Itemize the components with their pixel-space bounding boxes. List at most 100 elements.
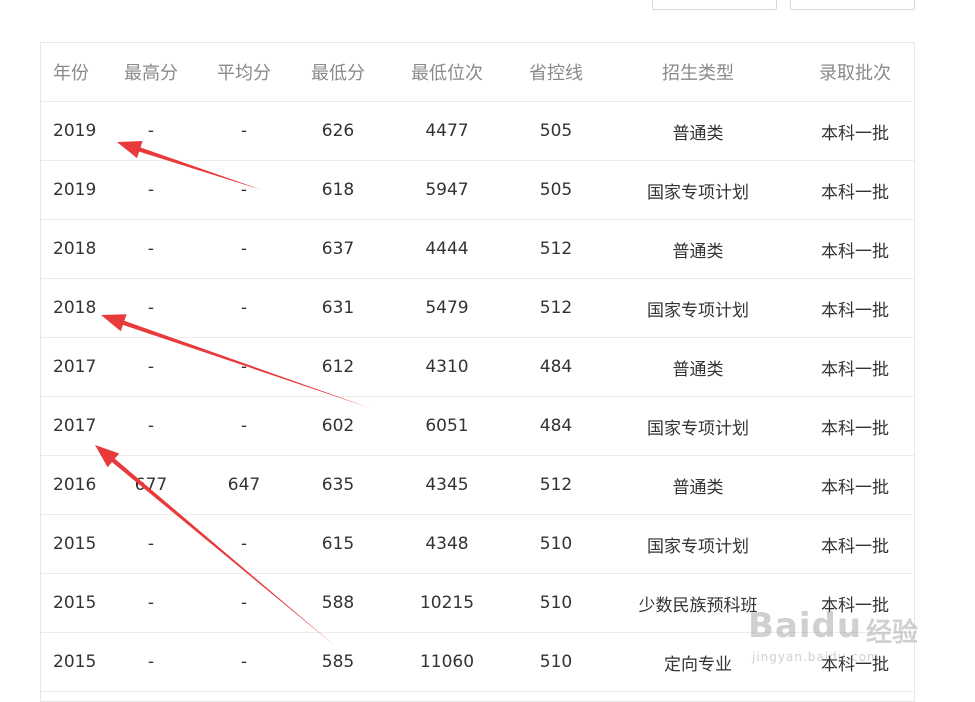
cell-batch: 本科一批 <box>794 337 914 397</box>
cell-min-rank: 11060 <box>384 632 510 692</box>
cell-year: 2016 <box>41 455 106 515</box>
cell-max-score: - <box>106 573 196 633</box>
col-header-min-rank: 最低位次 <box>384 43 510 102</box>
watermark-url: jingyan.baidu.com <box>752 650 880 664</box>
cell-control-line: 512 <box>510 455 602 515</box>
col-header-control-line: 省控线 <box>510 43 602 102</box>
cell-avg-score: - <box>196 514 292 574</box>
cell-min-rank: 6051 <box>384 396 510 456</box>
cell-max-score: - <box>106 101 196 161</box>
cell-year: 2017 <box>41 337 106 397</box>
cell-avg-score: - <box>196 337 292 397</box>
filter-select-1[interactable] <box>652 0 777 10</box>
watermark-zh: 经验 <box>866 618 919 648</box>
cell-control-line: 484 <box>510 396 602 456</box>
col-header-year: 年份 <box>41 43 106 102</box>
watermark-brand: Baidu <box>748 606 863 646</box>
cell-year: 2015 <box>41 573 106 633</box>
cell-batch: 本科一批 <box>794 101 914 161</box>
cell-control-line: 510 <box>510 573 602 633</box>
cell-year: 2015 <box>41 632 106 692</box>
cell-max-score: - <box>106 160 196 220</box>
cell-min-score: 618 <box>292 160 384 220</box>
cell-year: 2015 <box>41 514 106 574</box>
table-header-row: 年份 最高分 平均分 最低分 最低位次 省控线 招生类型 录取批次 <box>41 43 914 102</box>
cell-control-line: 505 <box>510 101 602 161</box>
table-row: 2019- -626 4477 505 普通类 本科一批 <box>41 101 914 161</box>
cell-batch: 本科一批 <box>794 278 914 338</box>
cell-control-line: 505 <box>510 160 602 220</box>
cell-control-line: 510 <box>510 632 602 692</box>
baidu-jingyan-watermark: Baidu 经验 jingyan.baidu.com <box>748 606 968 686</box>
cell-avg-score: - <box>196 219 292 279</box>
col-header-min-score: 最低分 <box>292 43 384 102</box>
cell-year: 2018 <box>41 278 106 338</box>
cell-enroll-type: 国家专项计划 <box>602 278 794 338</box>
cell-batch: 本科一批 <box>794 160 914 220</box>
cell-min-rank: 4477 <box>384 101 510 161</box>
cell-max-score: - <box>106 278 196 338</box>
cell-max-score: - <box>106 396 196 456</box>
cell-control-line: 510 <box>510 514 602 574</box>
cell-control-line: 512 <box>510 278 602 338</box>
col-header-enroll-type: 招生类型 <box>602 43 794 102</box>
filter-select-2[interactable] <box>790 0 915 10</box>
cell-avg-score: - <box>196 278 292 338</box>
cell-enroll-type: 国家专项计划 <box>602 514 794 574</box>
cell-enroll-type: 普通类 <box>602 455 794 515</box>
cell-max-score: - <box>106 337 196 397</box>
cell-min-score: 585 <box>292 632 384 692</box>
cell-min-rank: 5479 <box>384 278 510 338</box>
table-row: 2018- -631 5479 512 国家专项计划 本科一批 <box>41 278 914 338</box>
table-row: 2017- -612 4310 484 普通类 本科一批 <box>41 337 914 397</box>
cell-min-score: 631 <box>292 278 384 338</box>
cell-max-score: 677 <box>106 455 196 515</box>
cell-min-score: 637 <box>292 219 384 279</box>
cell-enroll-type: 普通类 <box>602 337 794 397</box>
admission-score-table: 年份 最高分 平均分 最低分 最低位次 省控线 招生类型 录取批次 2019- -… <box>40 42 915 702</box>
table-row: 2016 677 647 635 4345 512 普通类 本科一批 <box>41 455 914 515</box>
cell-avg-score: - <box>196 160 292 220</box>
cell-batch: 本科一批 <box>794 396 914 456</box>
cell-batch: 本科一批 <box>794 455 914 515</box>
col-header-avg-score: 平均分 <box>196 43 292 102</box>
cell-enroll-type: 国家专项计划 <box>602 396 794 456</box>
col-header-batch: 录取批次 <box>794 43 914 102</box>
cell-min-rank: 4444 <box>384 219 510 279</box>
cell-avg-score: - <box>196 632 292 692</box>
cell-min-score: 612 <box>292 337 384 397</box>
cell-min-rank: 5947 <box>384 160 510 220</box>
cell-max-score: - <box>106 632 196 692</box>
cell-min-score: 635 <box>292 455 384 515</box>
cell-min-score: 615 <box>292 514 384 574</box>
cell-min-score: 626 <box>292 101 384 161</box>
cell-year: 2019 <box>41 160 106 220</box>
cell-min-score: 588 <box>292 573 384 633</box>
table-row: 2017- -602 6051 484 国家专项计划 本科一批 <box>41 396 914 456</box>
cell-min-rank: 10215 <box>384 573 510 633</box>
col-header-max-score: 最高分 <box>106 43 196 102</box>
table-row: 2019- -618 5947 505 国家专项计划 本科一批 <box>41 160 914 220</box>
cell-control-line: 512 <box>510 219 602 279</box>
cell-year: 2019 <box>41 101 106 161</box>
cell-min-rank: 4345 <box>384 455 510 515</box>
cell-year: 2018 <box>41 219 106 279</box>
cell-avg-score: - <box>196 573 292 633</box>
cell-control-line: 484 <box>510 337 602 397</box>
cell-enroll-type: 国家专项计划 <box>602 160 794 220</box>
cell-year: 2017 <box>41 396 106 456</box>
cell-avg-score: 647 <box>196 455 292 515</box>
cell-avg-score: - <box>196 396 292 456</box>
cell-batch: 本科一批 <box>794 514 914 574</box>
cell-avg-score: - <box>196 101 292 161</box>
cell-enroll-type: 普通类 <box>602 101 794 161</box>
table-row: 2018- -637 4444 512 普通类 本科一批 <box>41 219 914 279</box>
cell-max-score: - <box>106 514 196 574</box>
cell-min-rank: 4348 <box>384 514 510 574</box>
cell-enroll-type: 普通类 <box>602 219 794 279</box>
cell-min-rank: 4310 <box>384 337 510 397</box>
cell-min-score: 602 <box>292 396 384 456</box>
table-row: 2015- -615 4348 510 国家专项计划 本科一批 <box>41 514 914 574</box>
cell-batch: 本科一批 <box>794 219 914 279</box>
cell-max-score: - <box>106 219 196 279</box>
